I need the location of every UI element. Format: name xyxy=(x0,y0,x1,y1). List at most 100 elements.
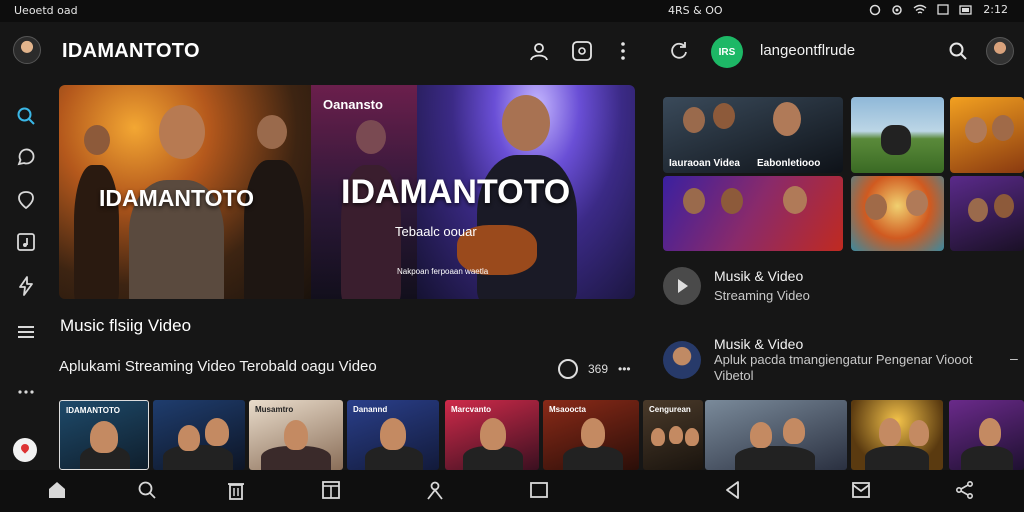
thumb-face xyxy=(750,422,772,448)
thumb-face xyxy=(90,421,118,453)
square-icon[interactable] xyxy=(528,479,550,501)
home-icon[interactable] xyxy=(46,479,68,501)
video-tile[interactable] xyxy=(851,176,944,251)
search-icon[interactable] xyxy=(14,104,38,128)
user-avatar[interactable] xyxy=(13,36,41,64)
thumb-face xyxy=(685,428,699,446)
status-time: 2:12 xyxy=(983,3,1008,16)
thumbnail-label: Msaoocta xyxy=(549,405,586,414)
profile-icon[interactable] xyxy=(528,40,550,62)
refresh-icon[interactable] xyxy=(668,39,690,61)
share-icon[interactable] xyxy=(954,479,976,501)
list-item-title[interactable]: Musik & Video xyxy=(714,268,803,284)
location-pin-icon[interactable] xyxy=(13,438,37,462)
tile-face xyxy=(721,188,743,214)
video-square-icon[interactable] xyxy=(571,40,593,62)
thumbnail-card[interactable]: Marcvanto xyxy=(445,400,539,470)
tile-face xyxy=(773,102,801,136)
list-item-title[interactable]: Musik & Video xyxy=(714,336,803,352)
status-left-text: Ueoetd oad xyxy=(14,4,78,17)
tile-face xyxy=(965,117,987,143)
thumb-body xyxy=(563,446,623,470)
video-tile[interactable] xyxy=(663,176,843,251)
sync-icon xyxy=(892,4,903,15)
thumbnail-card[interactable]: Musamtro xyxy=(249,400,343,470)
tile-face xyxy=(783,186,807,214)
status-bar: Ueoetd oad 4RS & OO 2:12 xyxy=(0,0,1024,22)
counter-label: 369 xyxy=(588,362,609,376)
search-icon[interactable] xyxy=(136,479,158,501)
section-subtitle: Aplukami Streaming Video Terobald oagu V… xyxy=(59,358,377,375)
thumbnail-card[interactable] xyxy=(851,400,943,470)
bottom-navigation xyxy=(0,470,1024,512)
tile-caption: Eabonletiooo xyxy=(757,158,821,169)
app-title: IDAMANTOTO xyxy=(62,40,200,62)
thumbnail-label: Musamtro xyxy=(255,405,294,414)
chat-icon[interactable] xyxy=(14,146,38,170)
circle-icon[interactable] xyxy=(558,359,578,379)
more-vertical-icon[interactable] xyxy=(612,40,634,62)
right-header-title: langeontflrude xyxy=(760,42,856,59)
mail-icon[interactable] xyxy=(850,479,872,501)
thumbnail-card[interactable] xyxy=(705,400,847,470)
more-dash-icon[interactable]: – xyxy=(1010,350,1018,366)
thumb-face xyxy=(879,418,901,446)
hero-top-label: Oanansto xyxy=(323,97,383,112)
section-title: Music flsiig Video xyxy=(60,316,192,335)
thumbnail-card[interactable] xyxy=(949,400,1024,470)
thumb-face xyxy=(205,418,229,446)
music-note-icon[interactable] xyxy=(14,230,38,254)
tile-caption: Iauraoan Videa xyxy=(669,158,740,169)
arrow-label: ••• xyxy=(618,362,631,376)
hero-left-title: IDAMANTOTO xyxy=(99,185,255,211)
thumb-face xyxy=(979,418,1001,446)
sim-icon xyxy=(937,4,949,15)
wifi-icon xyxy=(913,4,927,14)
trash-icon[interactable] xyxy=(225,479,247,501)
section-extra[interactable]: 369 ••• xyxy=(558,359,631,379)
shield-icon[interactable] xyxy=(14,188,38,212)
list-icon[interactable] xyxy=(14,320,38,344)
hero-banner[interactable]: IDAMANTOTO IDAMANTOTO Oanansto Tebaalc o… xyxy=(59,85,635,299)
thumbnail-card[interactable]: Msaoocta xyxy=(543,400,639,470)
thumbnail-label: IDAMANTOTO xyxy=(66,406,120,415)
status-center-text: 4RS & OO xyxy=(668,4,723,17)
tile-face xyxy=(713,103,735,129)
person-icon[interactable] xyxy=(424,479,446,501)
thumbnail-card[interactable] xyxy=(153,400,245,470)
thumb-face xyxy=(651,428,665,446)
list-item-subtitle-2: Vibetol xyxy=(714,368,754,383)
band-head xyxy=(356,120,386,154)
band-figure xyxy=(244,160,304,299)
tile-face xyxy=(968,198,988,222)
panel-icon[interactable] xyxy=(320,479,342,501)
video-tile[interactable]: Iauraoan Videa Eabonletiooo xyxy=(663,97,843,173)
video-tile[interactable] xyxy=(851,97,944,173)
channel-avatar[interactable] xyxy=(663,341,701,379)
battery-icon xyxy=(959,4,972,15)
hero-small-caption: Nakpoan ferpoaan waetla xyxy=(397,267,489,276)
search-icon[interactable] xyxy=(947,40,969,62)
thumbnail-card[interactable]: Cengurean xyxy=(643,400,703,470)
video-tile[interactable] xyxy=(950,176,1024,251)
channel-badge[interactable]: IRS xyxy=(711,36,743,68)
thumbnail-card[interactable]: Danannd xyxy=(347,400,439,470)
thumbnail-strip: IDAMANTOTO Musamtro Danannd Marcvanto Ms… xyxy=(59,400,1024,470)
guitarist-head xyxy=(502,95,550,151)
tile-face xyxy=(994,194,1014,218)
thumb-face xyxy=(178,425,200,451)
thumb-face xyxy=(669,426,683,444)
hero-mid-label: Tebaalc oouar xyxy=(395,224,477,239)
video-tile[interactable] xyxy=(950,97,1024,173)
user-avatar[interactable] xyxy=(986,37,1014,65)
play-circle-icon[interactable] xyxy=(663,267,701,305)
status-icons: 2:12 xyxy=(869,3,1008,16)
back-icon[interactable] xyxy=(722,479,744,501)
thumb-face xyxy=(380,418,406,450)
list-item-subtitle: Streaming Video xyxy=(714,288,810,303)
band-head xyxy=(257,115,287,149)
thumbnail-card[interactable]: IDAMANTOTO xyxy=(59,400,149,470)
more-horizontal-icon[interactable] xyxy=(14,380,38,404)
thumb-face xyxy=(284,420,308,450)
lightning-icon[interactable] xyxy=(14,274,38,298)
